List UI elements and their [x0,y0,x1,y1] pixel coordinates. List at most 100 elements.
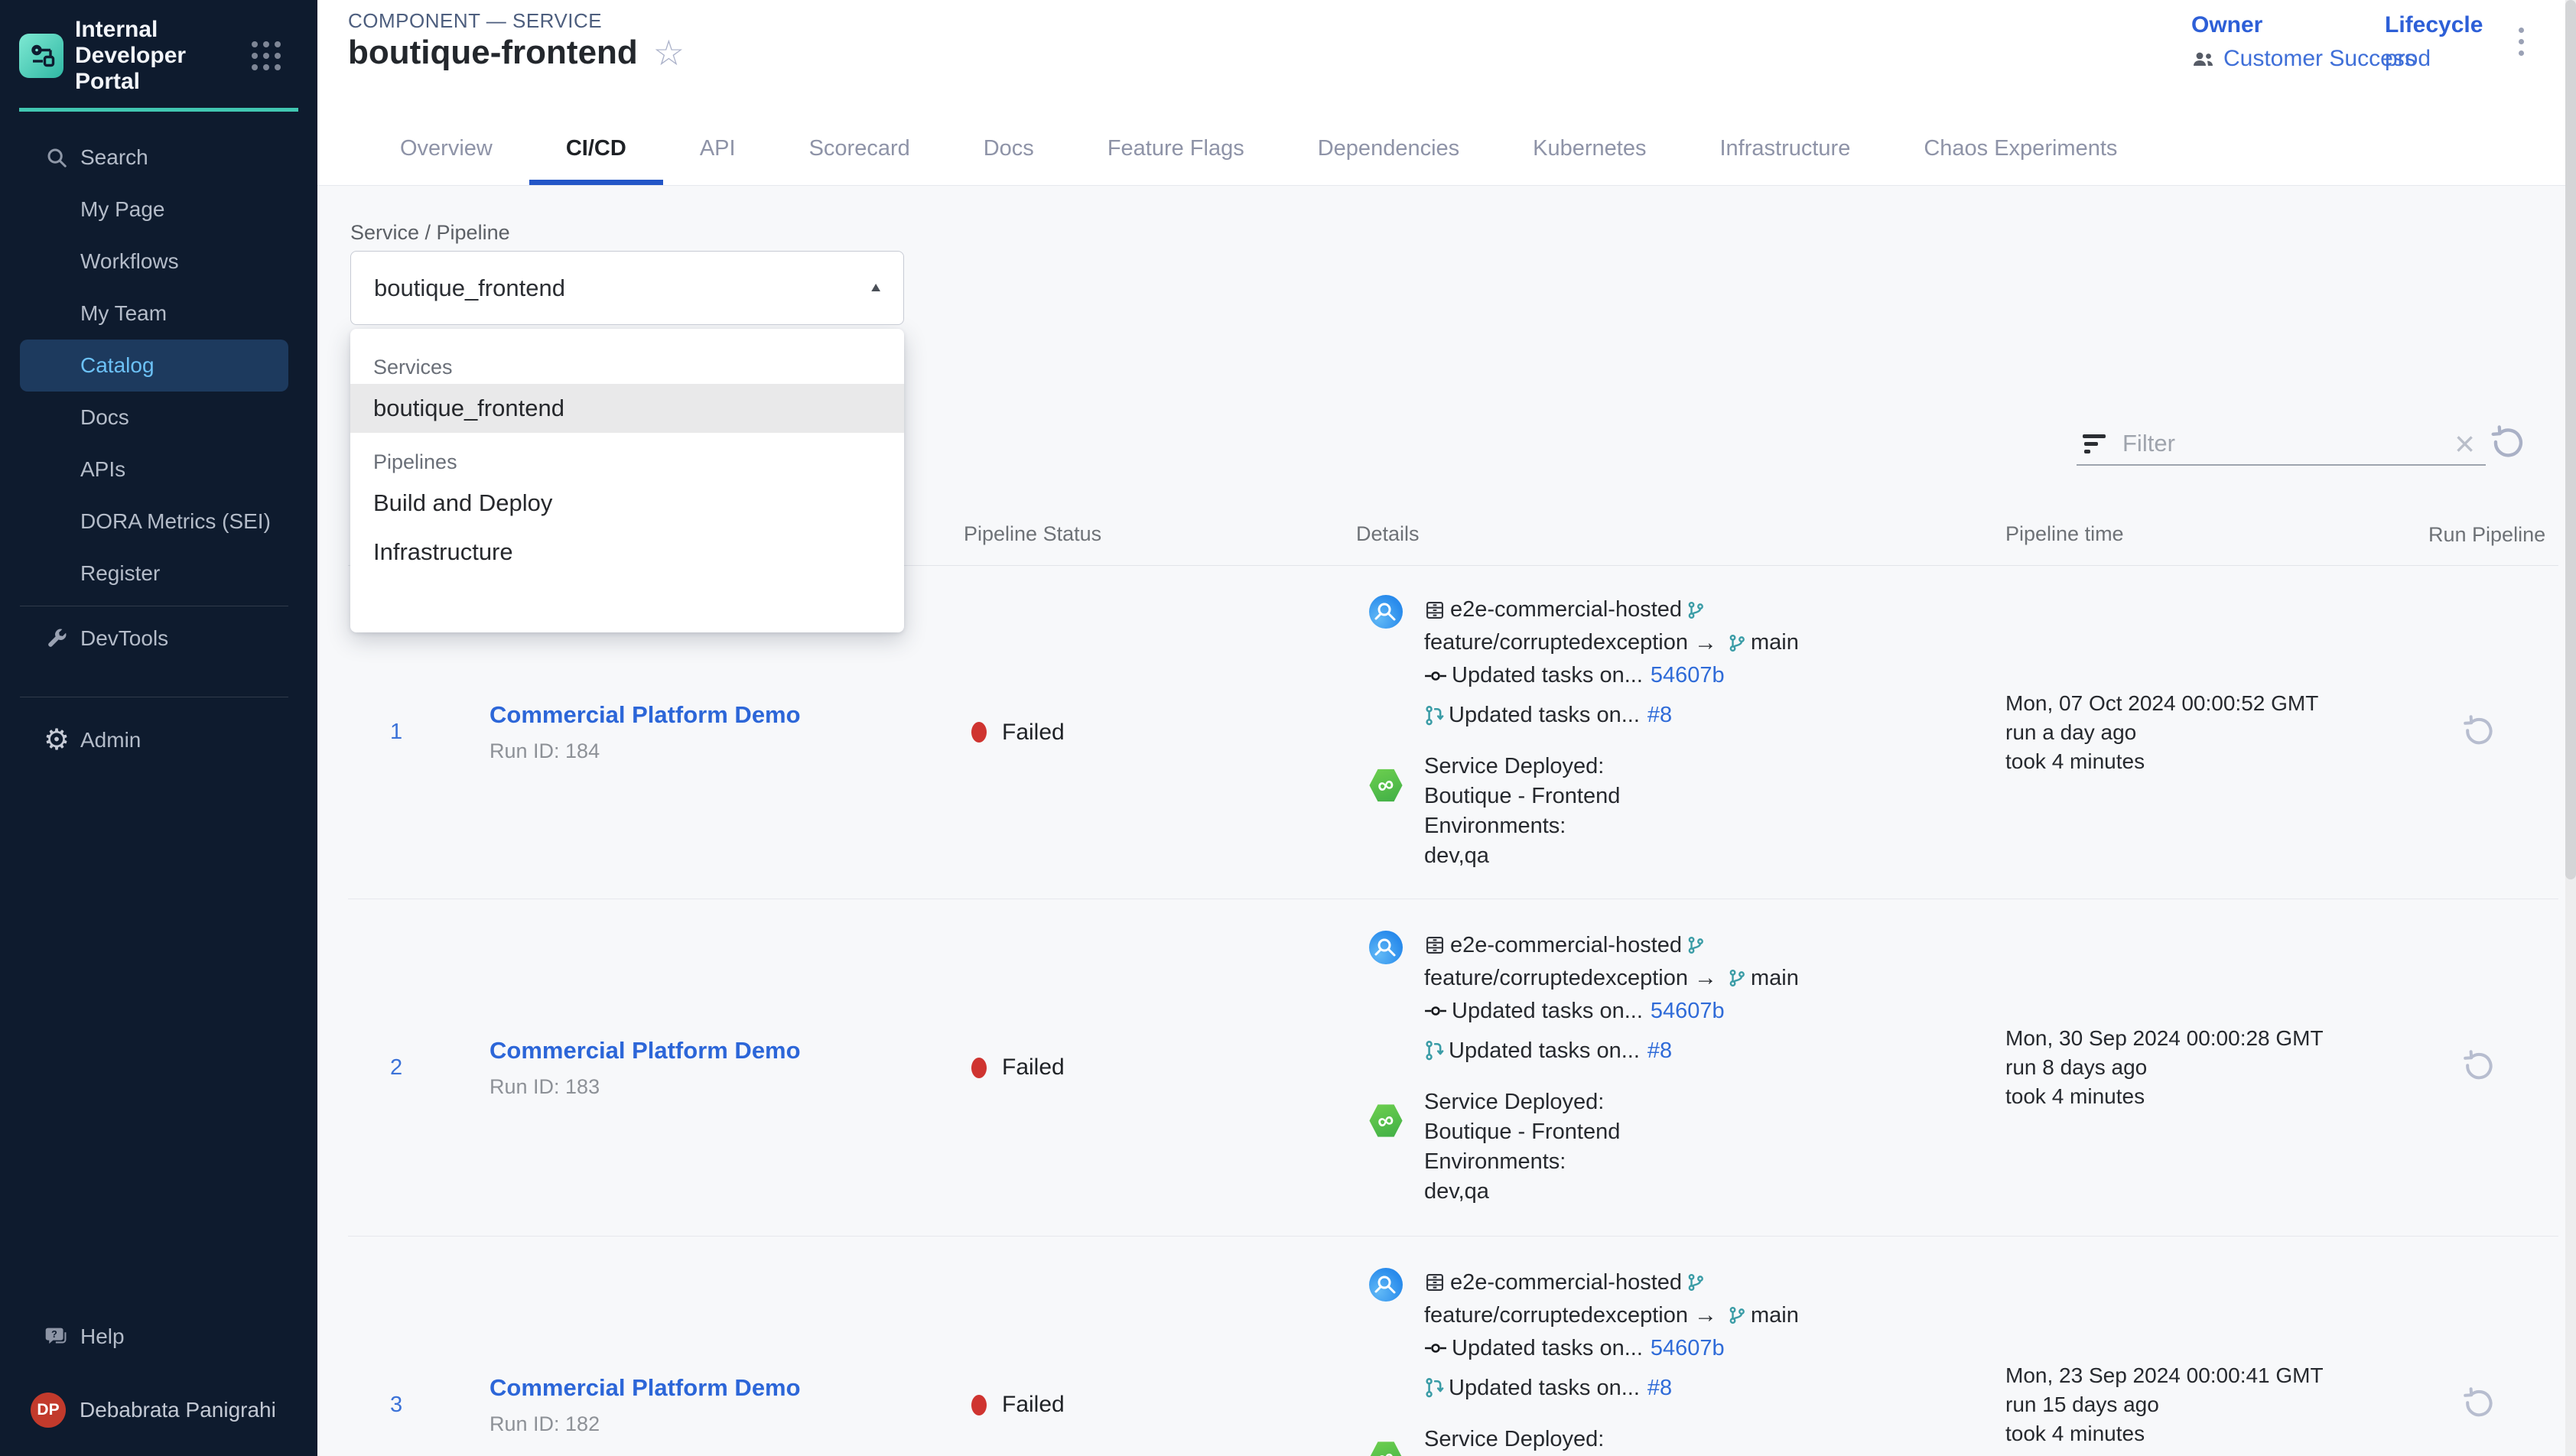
service-pipeline-select[interactable]: boutique_frontend ▲ [350,251,904,325]
repo-name[interactable]: e2e-commercial-hosted [1450,1270,1682,1295]
run-ago: run 15 days ago [2005,1390,2428,1419]
status-text: Failed [1002,1392,1065,1418]
sidebar-item-dora-metrics[interactable]: DORA Metrics (SEI) [20,496,288,548]
sidebar-item-workflows[interactable]: Workflows [20,236,288,288]
commit-link[interactable]: 54607b [1651,663,1725,688]
pull-request-icon [1424,705,1444,726]
rerun-pipeline-icon[interactable] [2461,1386,2497,1423]
pull-request-icon [1424,1377,1444,1399]
pr-link[interactable]: #8 [1647,1376,1672,1401]
tab-cicd[interactable]: CI/CD [529,112,663,185]
run-took: took 4 minutes [2005,1419,2428,1448]
apps-grid-icon[interactable] [252,41,281,70]
logo-row: Internal Developer Portal [19,17,317,95]
tab-docs[interactable]: Docs [947,112,1071,185]
filter-input[interactable] [2122,430,2454,457]
dropdown-item-build-and-deploy[interactable]: Build and Deploy [350,479,904,528]
git-branch-icon [1728,633,1746,653]
kebab-menu-icon[interactable] [2514,23,2529,60]
tab-overview[interactable]: Overview [363,112,529,185]
col-pipeline-status: Pipeline Status [964,503,1350,565]
sidebar-item-label: My Page [80,197,165,222]
commit-link[interactable]: 54607b [1651,1336,1725,1361]
source-branch: feature/corruptedexception [1424,630,1688,655]
service-pipeline-dropdown: Services boutique_frontend Pipelines Bui… [350,329,904,632]
target-branch: main [1751,1303,1799,1328]
dropdown-item-infrastructure[interactable]: Infrastructure [350,528,904,577]
sidebar-item-label: DevTools [80,626,168,651]
tab-kubernetes[interactable]: Kubernetes [1496,112,1683,185]
sidebar-item-label: Workflows [80,249,179,274]
sidebar-item-my-page[interactable]: My Page [20,184,288,236]
page-scrollbar[interactable] [2565,0,2576,1456]
commit-message: Updated tasks on... [1452,663,1643,688]
deploy-title: Service Deployed: [1424,1087,1620,1117]
pr-message: Updated tasks on... [1449,1038,1640,1064]
deploy-service: Boutique - Frontend [1424,1117,1620,1147]
rerun-pipeline-icon[interactable] [2461,1049,2497,1086]
sidebar-item-register[interactable]: Register [20,548,288,600]
sidebar-item-apis[interactable]: APIs [20,444,288,496]
repo-name[interactable]: e2e-commercial-hosted [1450,933,1682,958]
deploy-env-label: Environments: [1424,1147,1620,1177]
tab-dependencies[interactable]: Dependencies [1281,112,1496,185]
sidebar-item-help[interactable]: ? Help [20,1311,288,1363]
col-pipeline-time: Pipeline time [1996,503,2428,565]
sidebar-item-admin[interactable]: ⚙ Admin [20,714,288,766]
tab-chaos-experiments[interactable]: Chaos Experiments [1887,112,2154,185]
pr-link[interactable]: #8 [1647,1038,1672,1064]
clear-filter-icon[interactable]: × [2454,426,2475,461]
refresh-icon[interactable] [2488,424,2528,464]
dropdown-item-boutique-frontend[interactable]: boutique_frontend [350,384,904,433]
user-name: Debabrata Panigrahi [80,1398,276,1422]
tab-feature-flags[interactable]: Feature Flags [1071,112,1281,185]
arrow-right-icon: → [1694,1302,1717,1328]
pr-link[interactable]: #8 [1647,703,1672,728]
git-branch-icon [1686,1272,1705,1292]
sidebar-item-catalog[interactable]: Catalog [20,340,288,392]
sidebar-item-label: Admin [80,728,141,752]
tab-api[interactable]: API [663,112,772,185]
sidebar-item-my-team[interactable]: My Team [20,288,288,340]
commit-icon [1424,669,1447,683]
arrow-right-icon: → [1694,965,1717,991]
scrollbar-thumb[interactable] [2565,0,2576,879]
dropdown-group-services: Services [373,350,904,384]
commit-message: Updated tasks on... [1452,999,1643,1024]
favorite-star-icon[interactable]: ☆ [653,35,685,70]
repo-name[interactable]: e2e-commercial-hosted [1450,597,1682,622]
service-pipeline-label: Service / Pipeline [350,221,510,245]
deploy-envs: dev,qa [1424,1177,1620,1207]
run-date: Mon, 30 Sep 2024 00:00:28 GMT [2005,1024,2428,1053]
commit-icon [1424,1004,1447,1018]
tab-bar: Overview CI/CD API Scorecard Docs Featur… [363,112,2154,185]
status-text: Failed [1002,1055,1065,1081]
rerun-pipeline-icon[interactable] [2461,714,2497,751]
commit-link[interactable]: 54607b [1651,999,1725,1024]
run-id: Run ID: 182 [490,1412,964,1436]
sidebar-item-devtools[interactable]: DevTools [20,613,288,665]
sidebar-item-docs[interactable]: Docs [20,392,288,444]
deploy-title: Service Deployed: [1424,752,1620,782]
pipeline-name-link[interactable]: Commercial Platform Demo [490,701,964,729]
cicd-content: Service / Pipeline boutique_frontend ▲ S… [317,186,2565,1456]
user-menu[interactable]: DP Debabrata Panigrahi [20,1386,288,1435]
table-row: 3 Commercial Platform Demo Run ID: 182 F… [348,1237,2558,1456]
pipeline-name-link[interactable]: Commercial Platform Demo [490,1037,964,1064]
sidebar: Internal Developer Portal Search My Page… [0,0,317,1456]
run-id: Run ID: 184 [490,739,964,763]
cd-module-icon: ∞ [1369,1104,1403,1138]
git-branch-icon [1686,935,1705,955]
tab-scorecard[interactable]: Scorecard [772,112,947,185]
app-root: Internal Developer Portal Search My Page… [0,0,2576,1456]
col-run-pipeline: Run Pipeline [2428,503,2558,565]
pipeline-runs-table: Pipeline Status Details Pipeline time Ru… [348,503,2558,1456]
pipeline-name-link[interactable]: Commercial Platform Demo [490,1374,964,1402]
deploy-service: Boutique - Frontend [1424,782,1620,811]
row-number: 2 [348,1055,490,1081]
row-number: 3 [348,1393,490,1418]
repository-icon [1424,934,1446,956]
pr-message: Updated tasks on... [1449,1376,1640,1401]
tab-infrastructure[interactable]: Infrastructure [1683,112,1887,185]
sidebar-item-search[interactable]: Search [20,132,288,184]
